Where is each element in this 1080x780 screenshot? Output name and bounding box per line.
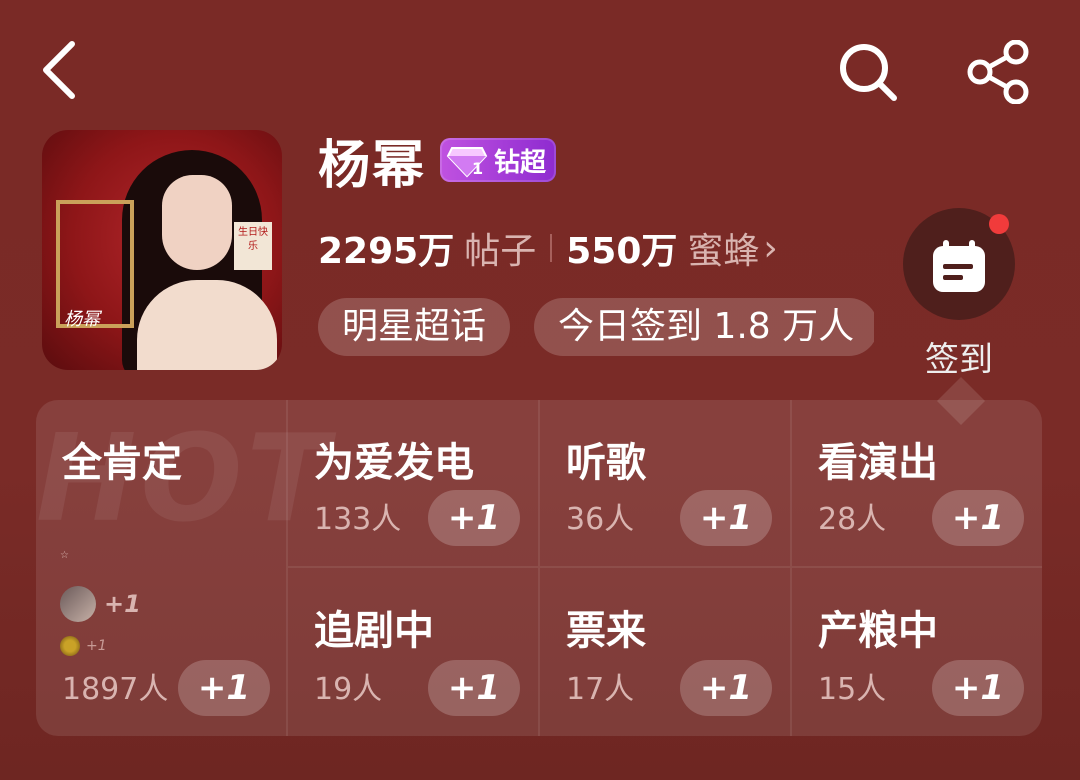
notification-dot — [989, 214, 1009, 234]
plus-one-button[interactable]: +1 — [428, 660, 520, 716]
featured-count: 1897人 — [62, 672, 169, 707]
chip-checkin-count[interactable]: 今日签到 1.8 万人 — [534, 298, 874, 356]
posts-count: 2295万 — [318, 231, 455, 272]
fans-label: 蜜蜂 — [687, 231, 760, 272]
stats-row[interactable]: 2295万 帖子 550万 蜜蜂 › — [318, 220, 778, 276]
activity-item[interactable]: 产粮中 15人 +1 — [792, 568, 1042, 736]
activity-count: 28人 — [818, 502, 887, 537]
activity-name: 为爱发电 — [314, 440, 474, 486]
activity-name: 票来 — [566, 608, 646, 654]
activity-item[interactable]: 追剧中 19人 +1 — [288, 568, 540, 736]
activity-item[interactable]: 听歌 36人 +1 — [540, 400, 792, 568]
avatar-tag: 生日快乐 — [234, 222, 272, 270]
title-row: 杨幂 1 钻超 — [318, 128, 557, 196]
chip-row: 明星超话 今日签到 1.8 万人 — [318, 298, 874, 358]
activity-count: 19人 — [314, 672, 383, 707]
activity-name: 听歌 — [566, 440, 646, 486]
activity-count: 36人 — [566, 502, 635, 537]
activity-count: 15人 — [818, 672, 887, 707]
activity-count: 17人 — [566, 672, 635, 707]
top-bar — [0, 0, 1080, 140]
page-title: 杨幂 — [318, 135, 427, 196]
avatar-face — [162, 175, 232, 270]
avatar — [60, 636, 80, 656]
chevron-left-icon[interactable] — [36, 38, 86, 102]
plus-one-button[interactable]: +1 — [932, 660, 1024, 716]
avatar-signature: 杨幂 — [64, 309, 100, 330]
activity-name: 产粮中 — [818, 608, 938, 654]
plus-one-button[interactable]: +1 — [428, 490, 520, 546]
activity-item[interactable]: 为爱发电 133人 +1 — [288, 400, 540, 568]
avatar-body — [137, 280, 277, 370]
activity-count: 133人 — [314, 502, 402, 537]
chevron-right-icon: › — [763, 227, 778, 269]
activity-item[interactable]: 票来 17人 +1 — [540, 568, 792, 736]
tiny-mark: ☆ — [60, 550, 69, 561]
activity-panel: HOT 全肯定 ☆ +1 +1 1897人 +1 为爱发电 133人 +1 听歌… — [36, 400, 1042, 736]
featured-name: 全肯定 — [62, 440, 182, 486]
topic-avatar[interactable]: 生日快乐 杨幂 — [42, 130, 282, 370]
plus-one-button[interactable]: +1 — [932, 490, 1024, 546]
activity-name: 追剧中 — [314, 608, 434, 654]
posts-label: 帖子 — [464, 231, 537, 272]
fans-count: 550万 — [566, 231, 678, 272]
participant-row-2: +1 — [60, 636, 107, 656]
calendar-icon — [933, 240, 985, 292]
stats-divider — [550, 234, 553, 262]
participant-plus: +1 — [104, 590, 141, 618]
avatar — [60, 586, 96, 622]
badge-label: 钻超 — [494, 147, 547, 178]
search-icon[interactable] — [836, 40, 900, 104]
diamond-icon: 1 — [446, 147, 488, 178]
checkin-button[interactable] — [903, 208, 1015, 320]
featured-activity[interactable]: 全肯定 ☆ +1 +1 1897人 +1 — [36, 400, 288, 736]
share-icon[interactable] — [966, 40, 1032, 104]
plus-one-button[interactable]: +1 — [178, 660, 270, 716]
plus-one-button[interactable]: +1 — [680, 660, 772, 716]
badge-level: 1 — [472, 159, 483, 178]
activity-name: 看演出 — [818, 440, 938, 486]
checkin-label[interactable]: 签到 — [903, 332, 1015, 381]
participant-plus: +1 — [86, 638, 107, 654]
participant-row-1: +1 — [60, 586, 141, 622]
activity-item[interactable]: 看演出 28人 +1 — [792, 400, 1042, 568]
plus-one-button[interactable]: +1 — [680, 490, 772, 546]
level-badge[interactable]: 1 钻超 — [440, 138, 557, 182]
chip-category[interactable]: 明星超话 — [318, 298, 511, 356]
